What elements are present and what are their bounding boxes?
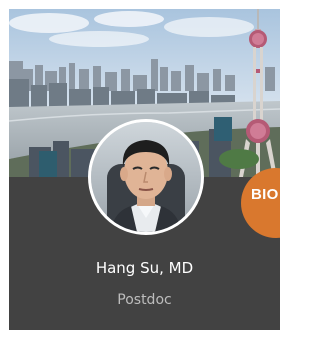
- bio-badge[interactable]: BIO: [241, 168, 280, 238]
- bio-badge-label: BIO: [251, 186, 279, 203]
- profile-role: Postdoc: [117, 292, 172, 308]
- profile-name: Hang Su, MD: [95, 259, 194, 277]
- profile-card[interactable]: BIO Hang Su, MD Postdoc: [9, 9, 280, 330]
- avatar[interactable]: [88, 119, 204, 235]
